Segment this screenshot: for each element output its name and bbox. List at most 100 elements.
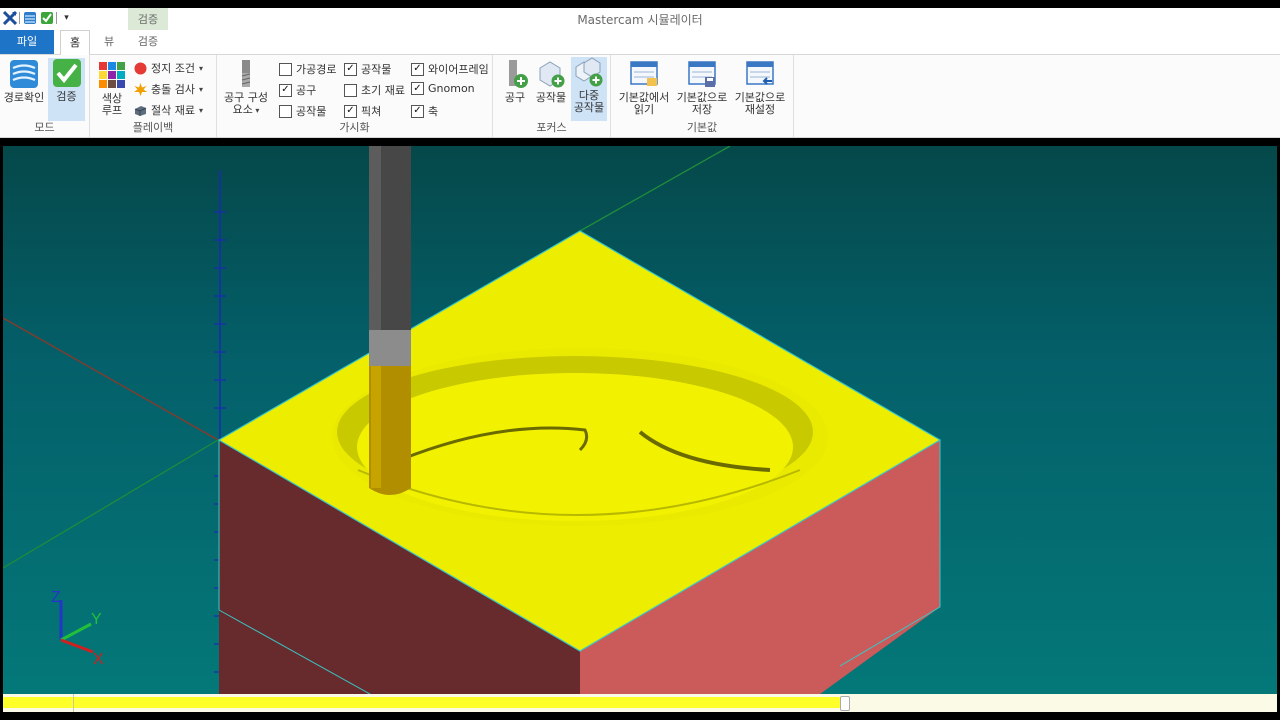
checkbox-label: 초기 재료 [361, 84, 405, 97]
playback-slider-handle[interactable] [840, 696, 850, 711]
qat-customize-dropdown-icon[interactable]: ▾ [59, 10, 74, 25]
visibility-checkbox-workpiece-a[interactable]: 공작물 [279, 103, 326, 119]
verify-label: 검증 [56, 90, 77, 103]
color-loop-button[interactable]: 색상 루프 [94, 60, 130, 120]
visibility-checkbox-axis[interactable]: ✓ 축 [411, 103, 438, 119]
group-playback-label: 플레이백 [132, 121, 174, 134]
checkbox-label: 공작물 [296, 105, 327, 118]
reset-defaults-icon [745, 59, 775, 89]
stop-conditions-label: 정지 조건 [151, 62, 195, 75]
tab-file[interactable]: 파일 [0, 30, 54, 54]
visibility-checkbox-toolpath[interactable]: 가공경로 [279, 61, 336, 77]
stop-icon [134, 62, 147, 74]
toolpath-review-icon [9, 59, 39, 89]
checkbox[interactable]: ✓ [411, 62, 424, 76]
progress-marker [73, 694, 74, 712]
read-defaults-icon [629, 59, 659, 89]
top-black-bar [0, 0, 1280, 8]
chevron-down-icon: ▾ [198, 105, 203, 115]
visibility-checkbox-wireframe[interactable]: ✓ 와이어프레임 [411, 61, 489, 77]
y-axis-line [3, 439, 219, 569]
tool-components-button[interactable]: 공구 구성 요소 ▾ [220, 59, 272, 121]
reset-defaults-button[interactable]: 기본값으로 재설정 [731, 59, 789, 121]
multi-workpiece-label-line2: 공작물 [573, 101, 605, 114]
context-tab-title: 검증 [137, 13, 159, 26]
qat-separator [56, 11, 57, 24]
tab-verify[interactable]: 검증 [128, 30, 168, 54]
verify-check-icon [52, 58, 82, 88]
tab-home[interactable]: 홈 [60, 30, 90, 55]
focus-workpiece-label: 공작물 [535, 91, 567, 104]
collision-check-label: 충돌 검사 [151, 83, 195, 96]
checkbox[interactable]: ✓ [279, 83, 292, 97]
checkbox-label: 와이어프레임 [428, 63, 489, 76]
tab-view[interactable]: 뷰 [96, 30, 122, 54]
chevron-down-icon: ▾ [252, 106, 260, 115]
visibility-checkbox-fixture[interactable]: ✓ 픽쳐 [344, 103, 381, 119]
color-loop-icon [97, 60, 127, 90]
simulation-viewport[interactable]: Z Y X [3, 146, 1277, 694]
tool-flute-highlight [371, 366, 381, 488]
checkbox[interactable]: ✓ [411, 104, 424, 118]
multi-workpiece-icon [574, 57, 604, 87]
visibility-checkbox-initial-stock[interactable]: 초기 재료 [344, 82, 405, 98]
group-playback: 색상 루프 정지 조건 ▾ 충돌 검사 ▾ 절삭 재료 ▾ 플레이백 [90, 55, 217, 137]
checkbox[interactable] [279, 62, 292, 76]
checkbox[interactable]: ✓ [411, 82, 424, 95]
group-visibility-label: 가시화 [339, 121, 370, 134]
title-bar [0, 8, 1280, 30]
tool-holder-highlight [369, 146, 381, 330]
toolpath-review-button[interactable]: 경로확인 [2, 59, 46, 121]
checkbox[interactable] [279, 104, 292, 118]
collision-burst-icon [134, 82, 147, 96]
focus-tool-icon [500, 59, 530, 89]
tool-collar [369, 330, 411, 366]
save-defaults-button[interactable]: 기본값으로 저장 [673, 59, 731, 121]
toolpath-quick-icon[interactable] [22, 10, 37, 25]
collision-check-button[interactable]: 충돌 검사 ▾ [134, 81, 203, 97]
read-defaults-button[interactable]: 기본값에서 읽기 [615, 59, 673, 121]
cut-stock-label: 절삭 재료 [151, 104, 195, 117]
read-defaults-label-line2: 읽기 [633, 103, 655, 116]
focus-multi-workpiece-button[interactable]: 다중 공작물 [571, 57, 607, 121]
cut-stock-icon [134, 105, 147, 116]
checkbox-label: 픽쳐 [361, 105, 382, 118]
simulation-scene [3, 146, 942, 694]
cut-stock-button[interactable]: 절삭 재료 ▾ [134, 102, 203, 118]
checkbox[interactable] [344, 83, 357, 97]
ribbon-tab-row [0, 30, 1280, 55]
gnomon-z-label: Z [51, 589, 61, 606]
group-visibility: 공구 구성 요소 ▾ 가공경로 ✓ 공구 공작물 ✓ 공작물 초기 재료 ✓ 픽… [217, 55, 493, 137]
chevron-down-icon: ▾ [198, 84, 203, 94]
toolpath-review-label: 경로확인 [3, 91, 45, 104]
save-defaults-label-line2: 저장 [691, 103, 713, 116]
focus-tool-label: 공구 [504, 91, 526, 104]
gnomon-x-label: X [93, 651, 104, 666]
gnomon: Z Y X [51, 589, 104, 666]
y-axis-line [579, 146, 731, 232]
qat-separator [19, 11, 20, 24]
chevron-down-icon: ▾ [198, 63, 203, 73]
mastercam-logo-icon[interactable] [2, 10, 17, 25]
visibility-checkbox-workpiece-b[interactable]: ✓ 공작물 [344, 61, 391, 77]
reset-defaults-label-line2: 재설정 [744, 103, 776, 116]
group-defaults-label: 기본값 [686, 121, 718, 134]
pocket-floor [357, 373, 793, 521]
verify-quick-icon[interactable] [39, 10, 54, 25]
focus-workpiece-button[interactable]: 공작물 [533, 59, 569, 121]
group-mode-label: 모드 [34, 121, 55, 134]
checkbox-label: Gnomon [428, 82, 475, 95]
playback-progress-bar[interactable] [3, 694, 1277, 712]
playback-progress-fill [3, 697, 844, 708]
checkbox[interactable]: ✓ [344, 104, 357, 118]
visibility-checkbox-gnomon[interactable]: ✓ Gnomon [411, 82, 475, 95]
endmill-icon [231, 59, 261, 89]
focus-tool-button[interactable]: 공구 [499, 59, 531, 121]
checkbox[interactable]: ✓ [344, 62, 357, 76]
checkbox-label: 공구 [296, 84, 317, 97]
focus-workpiece-icon [536, 59, 566, 89]
visibility-checkbox-tool[interactable]: ✓ 공구 [279, 82, 316, 98]
verify-button[interactable]: 검증 [48, 58, 85, 121]
group-defaults: 기본값에서 읽기 기본값으로 저장 기본값으로 재설정 기본값 [611, 55, 794, 137]
stop-conditions-button[interactable]: 정지 조건 ▾ [134, 60, 203, 76]
